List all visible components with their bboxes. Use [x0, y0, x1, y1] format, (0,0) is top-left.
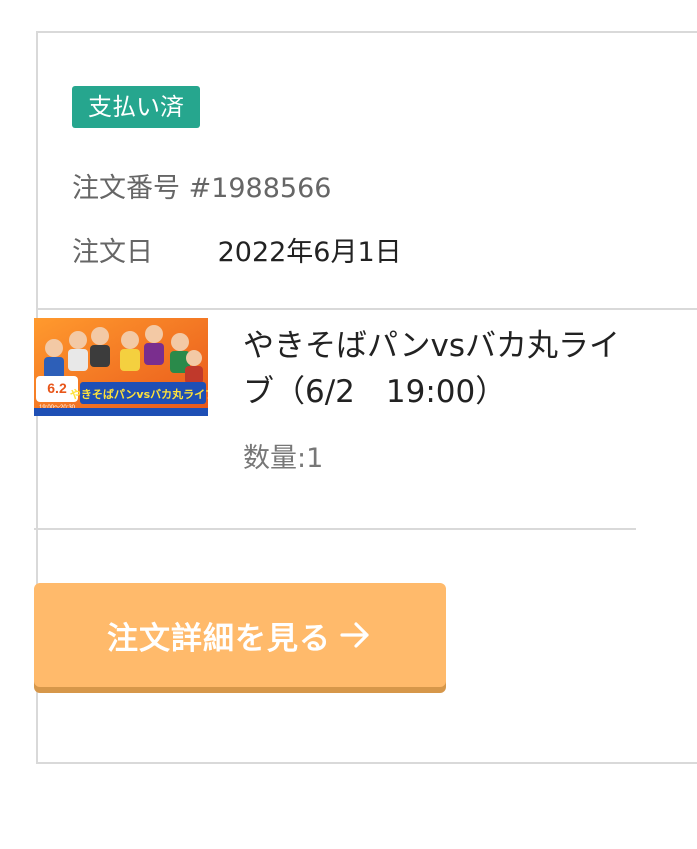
poster-title: やきそばパンvsバカ丸ライブ — [70, 387, 208, 401]
event-poster-image: 6.2 19:00〜20:30 やきそばパンvsバカ丸ライブ — [34, 318, 208, 416]
item-quantity: 数量:1 — [243, 443, 324, 474]
order-date-row: 注文日 2022年6月1日 — [72, 230, 402, 269]
order-header: 支払い済 注文番号 #1988566 注文日 2022年6月1日 — [38, 33, 697, 310]
order-number: 注文番号 #1988566 — [72, 173, 332, 204]
poster-date: 6.2 — [47, 380, 67, 396]
order-detail-button-label: 注文詳細を見る — [107, 620, 331, 657]
divider — [34, 528, 636, 530]
arrow-right-icon — [340, 622, 369, 648]
order-detail-button[interactable]: 注文詳細を見る — [34, 583, 446, 687]
item-title[interactable]: やきそばパンvsバカ丸ライブ（6/2 19:00） — [243, 323, 643, 415]
item-thumbnail[interactable]: 6.2 19:00〜20:30 やきそばパンvsバカ丸ライブ — [34, 318, 208, 416]
status-badge: 支払い済 — [72, 86, 200, 128]
order-date-value: 2022年6月1日 — [217, 237, 402, 268]
order-date-label: 注文日 — [72, 237, 153, 268]
